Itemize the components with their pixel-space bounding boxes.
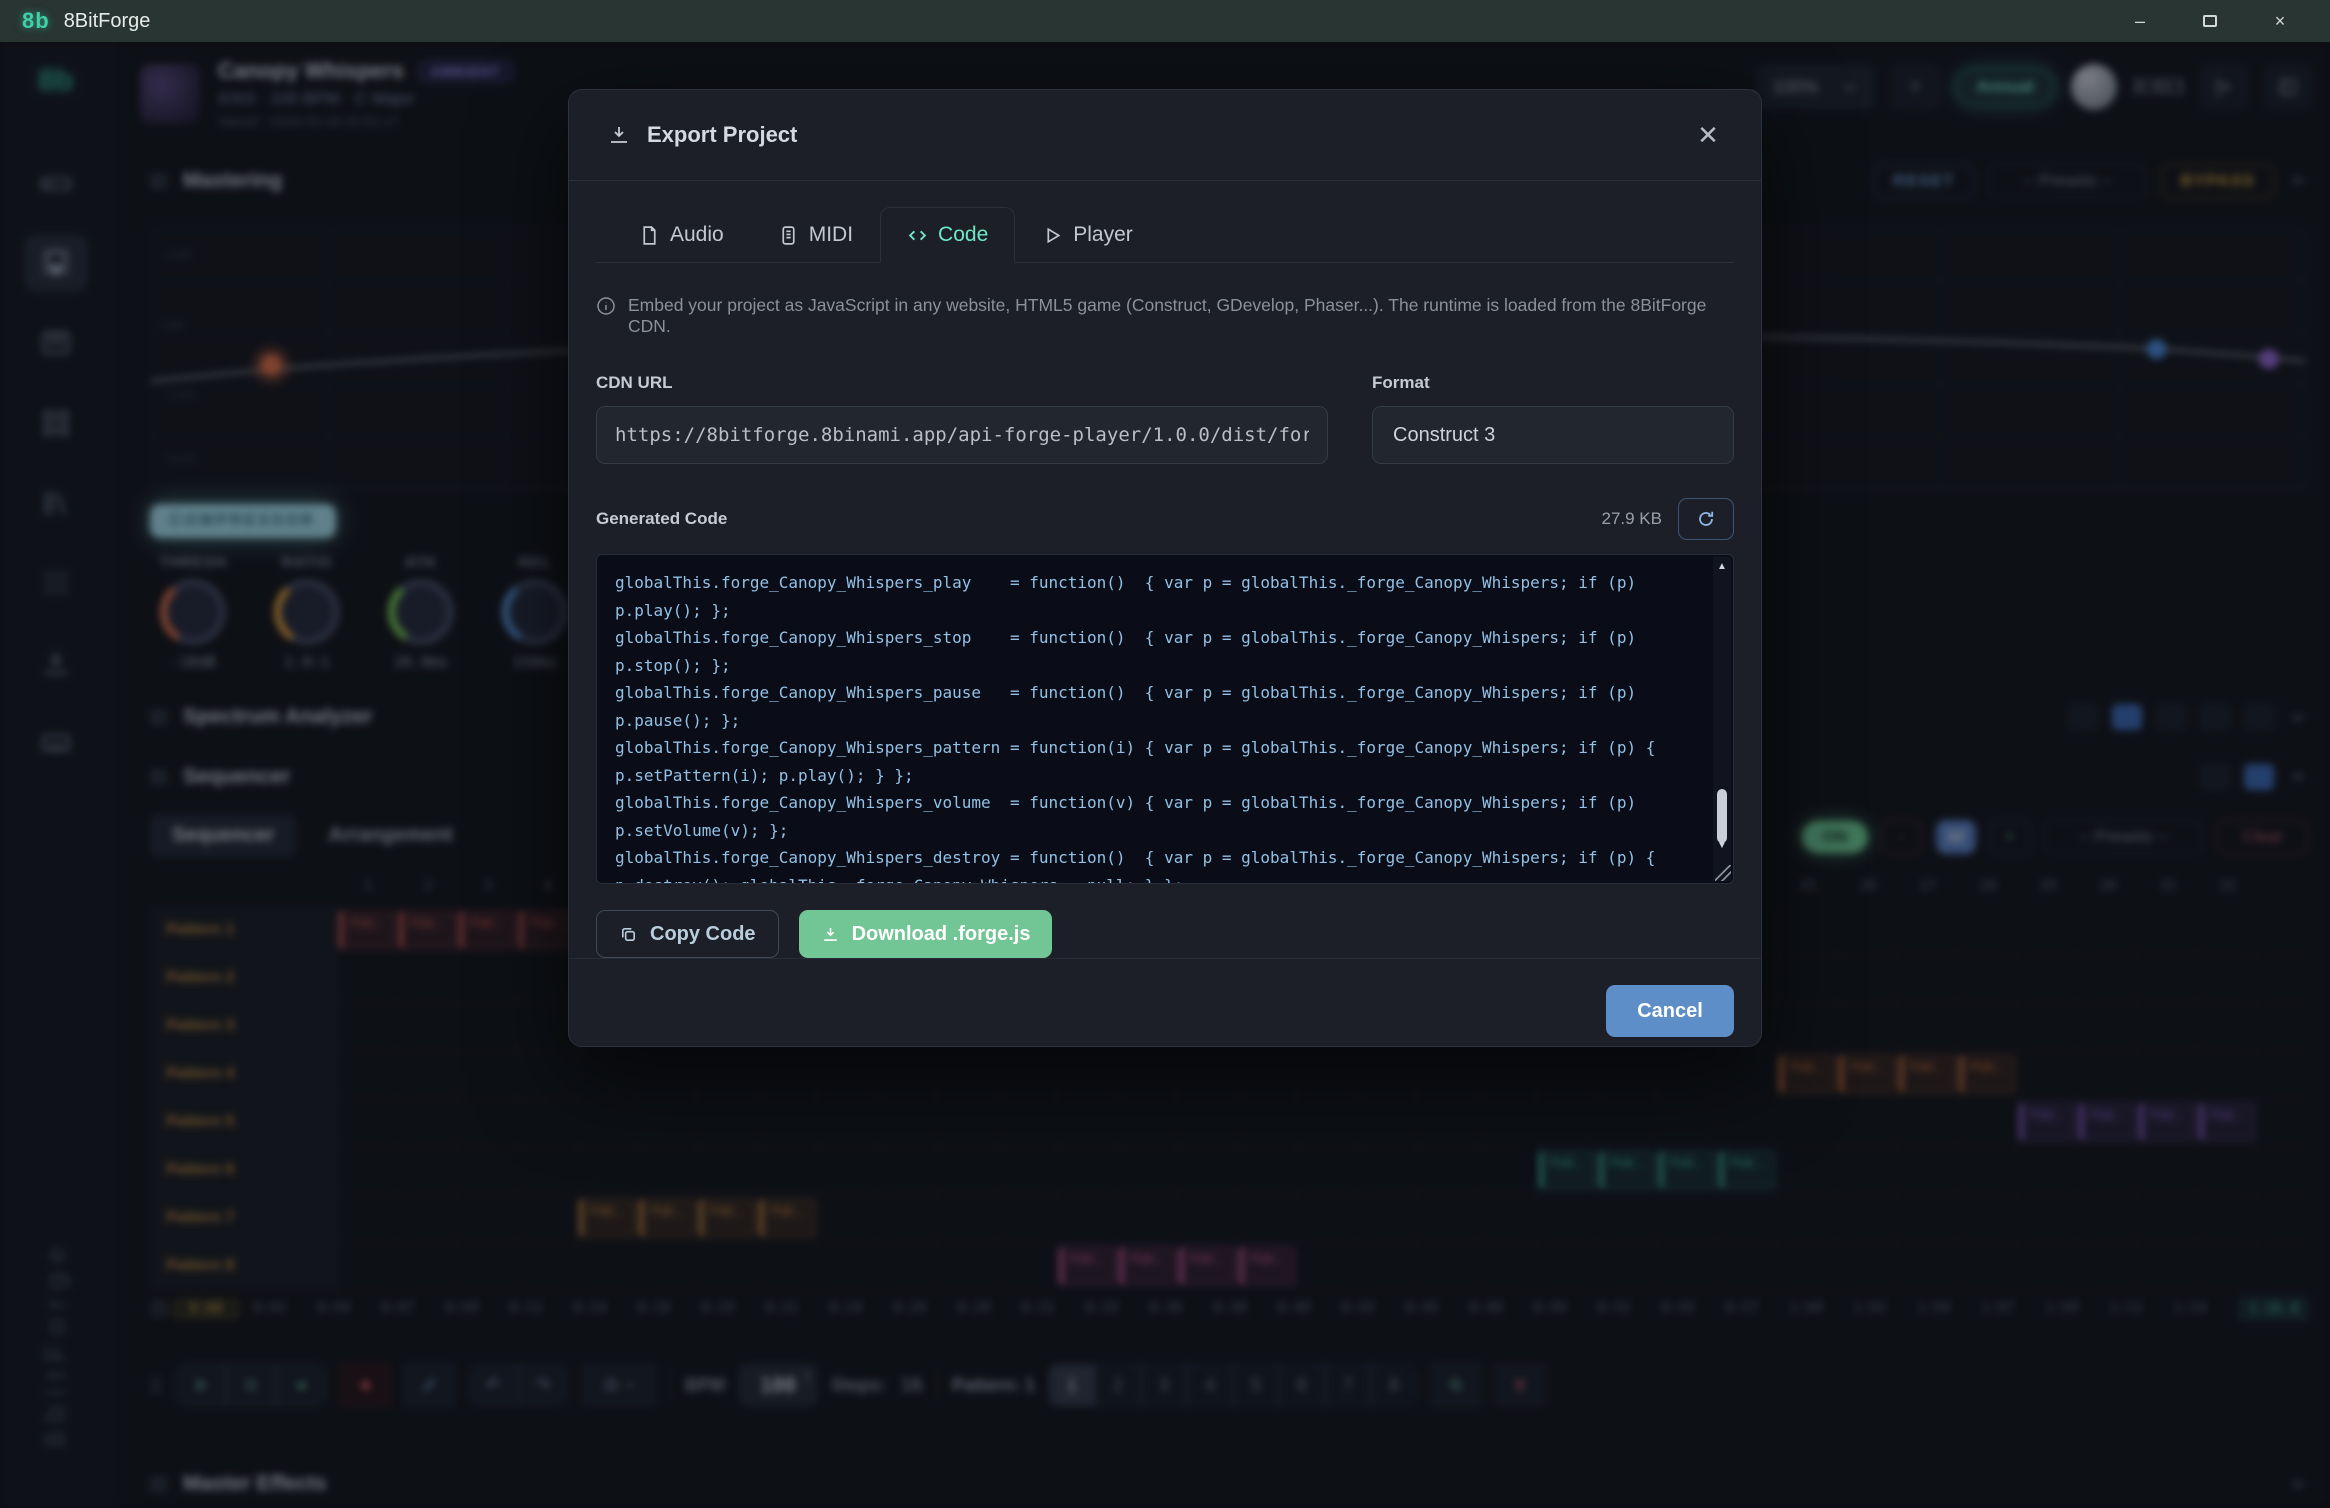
- info-icon: [596, 296, 616, 316]
- copy-icon: [619, 925, 638, 944]
- minimize-button[interactable]: –: [2112, 4, 2168, 38]
- info-note: Embed your project as JavaScript in any …: [596, 295, 1734, 337]
- format-label: Format: [1372, 373, 1734, 393]
- tab-label: Audio: [670, 223, 724, 247]
- info-text: Embed your project as JavaScript in any …: [628, 295, 1734, 337]
- format-value: Construct 3: [1393, 424, 1495, 447]
- action-buttons: Copy Code Download .forge.js: [596, 910, 1734, 958]
- cancel-button[interactable]: Cancel: [1606, 985, 1734, 1037]
- resize-grip-icon[interactable]: [1715, 865, 1731, 881]
- download-icon: [607, 123, 631, 147]
- close-icon[interactable]: ✕: [1693, 120, 1723, 150]
- tab-label: Player: [1073, 223, 1133, 247]
- generated-code-box[interactable]: globalThis.forge_Canopy_Whispers_play = …: [596, 554, 1734, 884]
- fields-row: CDN URL Format Construct 3: [596, 373, 1734, 464]
- scroll-up-icon[interactable]: ▲: [1713, 561, 1731, 572]
- scroll-thumb[interactable]: [1717, 789, 1727, 843]
- regenerate-button[interactable]: [1678, 498, 1734, 540]
- format-select[interactable]: Construct 3: [1372, 406, 1734, 464]
- download-label: Download .forge.js: [852, 923, 1031, 946]
- close-window-button[interactable]: ×: [2252, 4, 2308, 38]
- cdn-url-input[interactable]: [596, 406, 1328, 464]
- midi-file-icon: [778, 225, 799, 246]
- refresh-icon: [1696, 509, 1716, 529]
- export-tabs: Audio MIDI Code Player: [596, 207, 1734, 263]
- export-modal: Export Project ✕ Audio MIDI Code Player: [568, 89, 1762, 1047]
- maximize-icon: [2203, 15, 2217, 27]
- tab-audio[interactable]: Audio: [612, 207, 751, 263]
- code-size: 27.9 KB: [1602, 509, 1663, 529]
- code-scrollbar[interactable]: ▲ ▼: [1713, 557, 1731, 881]
- maximize-button[interactable]: [2182, 4, 2238, 38]
- modal-header: Export Project ✕: [569, 90, 1761, 181]
- generated-code-label: Generated Code: [596, 509, 727, 529]
- app-logo: 8b: [22, 8, 50, 34]
- app-title: 8BitForge: [64, 10, 151, 33]
- code-icon: [907, 225, 928, 246]
- code-content[interactable]: globalThis.forge_Canopy_Whispers_play = …: [597, 555, 1733, 883]
- scroll-down-icon[interactable]: ▼: [1713, 840, 1731, 851]
- download-icon: [821, 925, 840, 944]
- generated-code-header: Generated Code 27.9 KB: [596, 498, 1734, 540]
- tab-label: MIDI: [809, 223, 853, 247]
- copy-code-button[interactable]: Copy Code: [596, 910, 779, 958]
- cdn-url-label: CDN URL: [596, 373, 1328, 393]
- tab-code[interactable]: Code: [880, 207, 1015, 263]
- file-icon: [639, 225, 660, 246]
- play-icon: [1042, 225, 1063, 246]
- tab-player[interactable]: Player: [1015, 207, 1160, 263]
- tab-midi[interactable]: MIDI: [751, 207, 880, 263]
- modal-footer: Cancel: [569, 958, 1761, 1067]
- title-bar: 8b 8BitForge – ×: [0, 0, 2330, 42]
- window-controls: – ×: [2112, 4, 2308, 38]
- modal-body: Audio MIDI Code Player Embed your projec…: [569, 181, 1761, 958]
- copy-code-label: Copy Code: [650, 923, 756, 946]
- download-forge-button[interactable]: Download .forge.js: [799, 910, 1053, 958]
- modal-title: Export Project: [647, 122, 797, 148]
- tab-label: Code: [938, 223, 988, 247]
